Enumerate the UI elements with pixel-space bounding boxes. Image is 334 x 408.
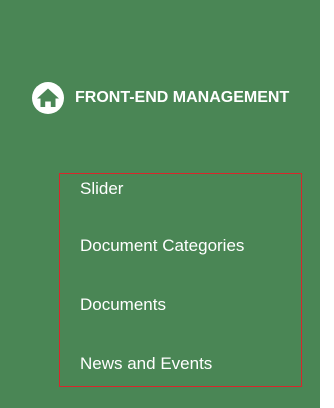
home-icon xyxy=(32,82,64,114)
menu-item-documents[interactable]: Documents xyxy=(80,294,166,316)
section-label: FRONT-END MANAGEMENT xyxy=(75,89,290,106)
menu-item-document-categories[interactable]: Document Categories xyxy=(80,235,244,257)
menu-item-news-and-events[interactable]: News and Events xyxy=(80,353,212,375)
menu-item-slider[interactable]: Slider xyxy=(80,178,123,200)
sidebar: FRONT-END MANAGEMENT Slider Document Cat… xyxy=(0,0,320,408)
front-end-management-menu[interactable]: FRONT-END MANAGEMENT xyxy=(32,82,332,114)
front-end-management-submenu: Slider Document Categories Documents New… xyxy=(59,173,302,387)
